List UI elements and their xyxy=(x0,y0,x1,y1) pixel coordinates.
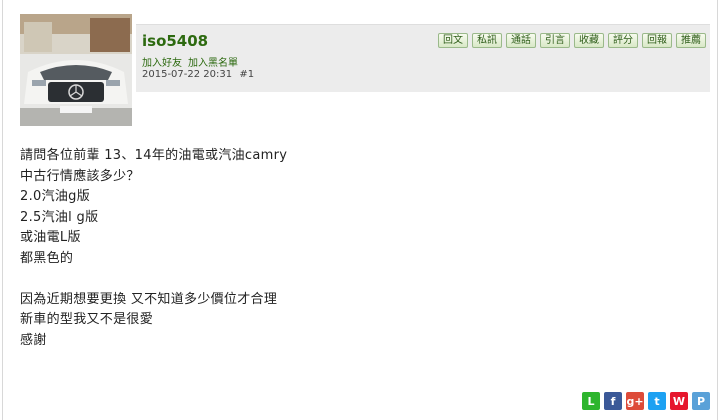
line-share-icon[interactable]: L xyxy=(582,392,600,410)
post-number-link[interactable]: #1 xyxy=(239,69,254,80)
quote-button[interactable]: 引言 xyxy=(540,33,570,48)
content-line xyxy=(20,269,680,290)
post-meta: 2015-07-22 20:31 #1 xyxy=(142,69,254,80)
share-bar: Lf g+ t W P xyxy=(582,392,710,410)
content-line: 感謝 xyxy=(20,332,47,348)
avatar[interactable] xyxy=(20,14,132,126)
recommend-button[interactable]: 推薦 xyxy=(676,33,706,48)
user-actions: 加入好友 加入黑名單 xyxy=(142,54,244,69)
content-line: 2.5汽油l g版 xyxy=(20,209,99,225)
post-datetime: 2015-07-22 20:31 xyxy=(142,69,233,80)
report-button[interactable]: 回報 xyxy=(642,33,672,48)
favorite-button[interactable]: 收藏 xyxy=(574,33,604,48)
googleplus-share-icon[interactable]: g+ xyxy=(626,392,644,410)
content-line: 請問各位前輩 13、14年的油電或汽油camry xyxy=(20,148,288,163)
content-line: 新車的型我又不是很愛 xyxy=(20,312,154,327)
rate-button[interactable]: 評分 xyxy=(608,33,638,48)
weibo-share-icon[interactable]: W xyxy=(670,392,688,410)
call-button[interactable]: 通話 xyxy=(506,33,536,48)
content-line: 都黑色的 xyxy=(20,250,74,266)
message-button[interactable]: 私訊 xyxy=(472,33,502,48)
content-line: 或油電L版 xyxy=(20,230,81,245)
content-line: 因為近期想要更換 又不知道多少價位才合理 xyxy=(20,291,278,307)
car-photo-image xyxy=(20,14,132,126)
facebook-share-icon[interactable]: f xyxy=(604,392,622,410)
content-line: 中古行情應該多少？ xyxy=(20,168,140,184)
username-link[interactable]: iso5408 xyxy=(142,32,208,50)
plurk-share-icon[interactable]: P xyxy=(692,392,710,410)
post-toolbar: 回文 私訊 通話 引言 收藏 評分 回報 推薦 xyxy=(438,33,706,48)
content-line: 2.0汽油g版 xyxy=(20,189,91,204)
add-blacklist-link[interactable]: 加入黑名單 xyxy=(188,58,238,69)
twitter-share-icon[interactable]: t xyxy=(648,392,666,410)
reply-button[interactable]: 回文 xyxy=(438,33,468,48)
add-friend-link[interactable]: 加入好友 xyxy=(142,58,182,69)
post-content: 請問各位前輩 13、14年的油電或汽油camry 中古行情應該多少？ 2.0汽油g版… xyxy=(20,146,680,351)
